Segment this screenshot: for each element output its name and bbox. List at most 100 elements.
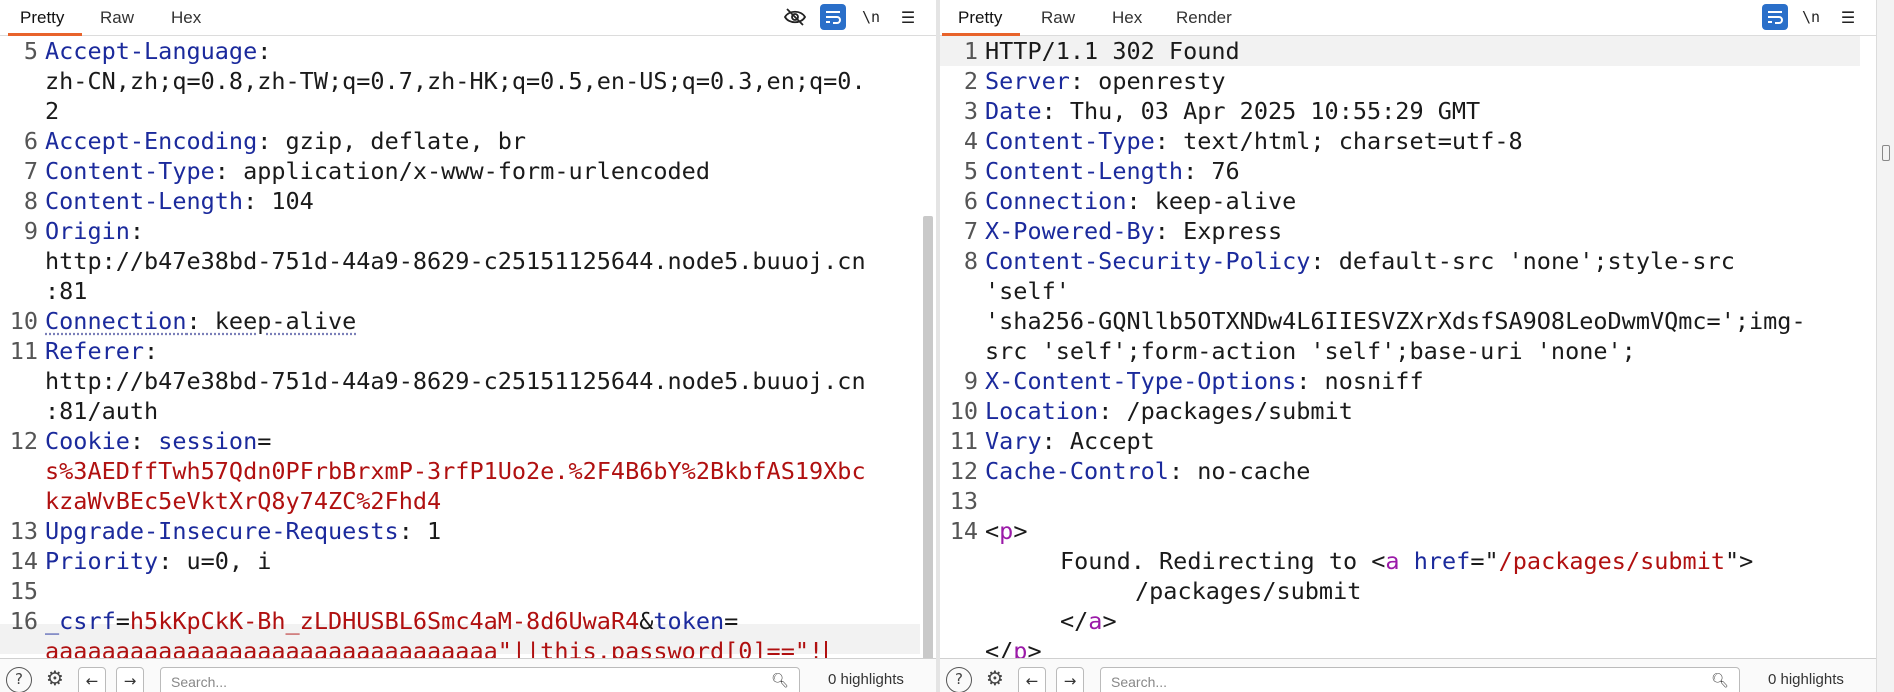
line-number: 2 [963,67,978,95]
line-number: 4 [963,127,978,155]
wrap-lines-icon[interactable] [820,4,846,30]
line-number: 10 [949,397,978,425]
line-number: 10 [9,307,38,335]
header-name: Location [985,397,1099,425]
tab-hex[interactable]: Hex [1112,8,1142,28]
header-value: : default-src 'none';style-src [1310,247,1735,275]
tab-pretty[interactable]: Pretty [958,8,1002,28]
line-number: 5 [963,157,978,185]
back-arrow-icon[interactable]: ← [78,667,106,692]
search-input[interactable]: Search... 🔍︎ [1100,667,1740,692]
search-placeholder: Search... [171,674,228,690]
hamburger-menu-icon[interactable]: ☰ [1835,4,1861,30]
request-tabbar: Pretty Raw Hex \n ☰ [0,0,936,36]
header-name: Content-Security-Policy [985,247,1311,275]
search-placeholder: Search... [1111,674,1168,690]
code-line: Content-Type: text/html; charset=utf-8 [985,126,1523,156]
help-icon[interactable]: ? [6,667,32,692]
header-value: : Express [1154,217,1283,245]
header-name: Content-Length [45,187,244,215]
newline-toggle[interactable]: \n [1798,4,1824,30]
code-line: Accept-Encoding: gzip, deflate, br [45,126,526,156]
help-icon[interactable]: ? [946,667,972,692]
eye-slash-icon[interactable] [782,4,808,30]
header-name: Content-Length [985,157,1184,185]
header-value: : u=0, i [158,547,272,575]
code-line: Server: openresty [985,66,1226,96]
header-value: : gzip, deflate, br [257,127,527,155]
code-line: Cache-Control: no-cache [985,456,1310,486]
header-value: : 76 [1183,157,1240,185]
tab-render[interactable]: Render [1176,8,1232,28]
forward-arrow-icon[interactable]: → [1056,667,1084,692]
code-line: Location: /packages/submit [985,396,1353,426]
code-line: Priority: u=0, i [45,546,271,576]
header-value: : 1 [398,517,442,545]
line-number: 13 [9,517,38,545]
header-name: Connection [45,307,187,335]
header-name: Connection [985,187,1127,215]
line-number: 14 [9,547,38,575]
line-number: 15 [9,577,38,605]
attribute-name: href [1413,547,1471,575]
response-tabbar: Pretty Raw Hex Render \n ☰ [940,0,1876,36]
param-name: token [653,607,725,635]
gear-icon[interactable]: ⚙ [982,667,1008,692]
header-name: Accept-Language [45,37,258,65]
line-number: 7 [963,217,978,245]
panel-toggle-icon[interactable] [1882,145,1890,161]
header-value: : nosniff [1296,367,1424,395]
code-line: Content-Type: application/x-www-form-url… [45,156,710,186]
line-number: 6 [23,127,38,155]
header-name: Accept-Encoding [45,127,258,155]
param-value: h5kKpCkK-Bh_zLDHUSBL6Smc4aM-8d6UwaR4 [129,607,640,635]
line-number: 11 [949,427,978,455]
code-line: </a> [1060,606,1117,636]
code-line: Found. Redirecting to <a href="/packages… [1060,546,1753,576]
request-statusbar: ? ⚙ ← → Search... 🔍︎ 0 highlights [0,658,936,692]
code-line: Date: Thu, 03 Apr 2025 10:55:29 GMT [985,96,1480,126]
separator: =" [1470,547,1499,575]
header-name: X-Content-Type-Options [985,367,1297,395]
code-line: Content-Security-Policy: default-src 'no… [985,246,1735,276]
header-value: : openresty [1069,67,1226,95]
request-editor[interactable]: 5 Accept-Language: zh-CN,zh;q=0.8,zh-TW;… [0,36,936,666]
request-pane: Pretty Raw Hex \n ☰ 5 Accept-Language: z… [0,0,936,692]
separator: : [129,427,159,455]
separator: : [129,217,145,245]
header-value: http://b47e38bd-751d-44a9-8629-c25151125… [45,247,866,275]
response-editor[interactable]: 1 HTTP/1.1 302 Found 2 Server: openresty… [940,36,1876,665]
tag-bracket: </ [1060,607,1089,635]
side-panel-strip[interactable] [1876,0,1894,692]
header-name: Content-Type [985,127,1155,155]
code-line: Connection: keep-alive [45,306,356,336]
forward-arrow-icon[interactable]: → [116,667,144,692]
header-name: Content-Type [45,157,215,185]
line-number: 5 [23,37,38,65]
hamburger-menu-icon[interactable]: ☰ [895,4,921,30]
code-line: X-Powered-By: Express [985,216,1282,246]
search-input[interactable]: Search... 🔍︎ [160,667,800,692]
newline-toggle[interactable]: \n [858,4,884,30]
tab-pretty[interactable]: Pretty [20,8,64,28]
tab-hex[interactable]: Hex [171,8,201,28]
wrap-lines-icon[interactable] [1762,4,1788,30]
header-name: Vary [985,427,1042,455]
tag-name: a [1385,547,1400,575]
header-value: : Thu, 03 Apr 2025 10:55:29 GMT [1041,97,1481,125]
gear-icon[interactable]: ⚙ [42,667,68,692]
search-icon: 🔍︎ [771,673,789,689]
back-arrow-icon[interactable]: ← [1018,667,1046,692]
header-name: Referer [45,337,145,365]
vertical-scrollbar[interactable] [923,216,933,666]
line-number: 12 [949,457,978,485]
separator: = [724,607,739,635]
line-number: 14 [949,517,978,545]
tab-raw[interactable]: Raw [100,8,134,28]
header-value: 2 [45,97,60,125]
header-value: :81/auth [45,397,159,425]
header-value: : no-cache [1168,457,1311,485]
search-icon: 🔍︎ [1711,673,1729,689]
code-line: Referer: [45,336,158,366]
tab-raw[interactable]: Raw [1041,8,1075,28]
